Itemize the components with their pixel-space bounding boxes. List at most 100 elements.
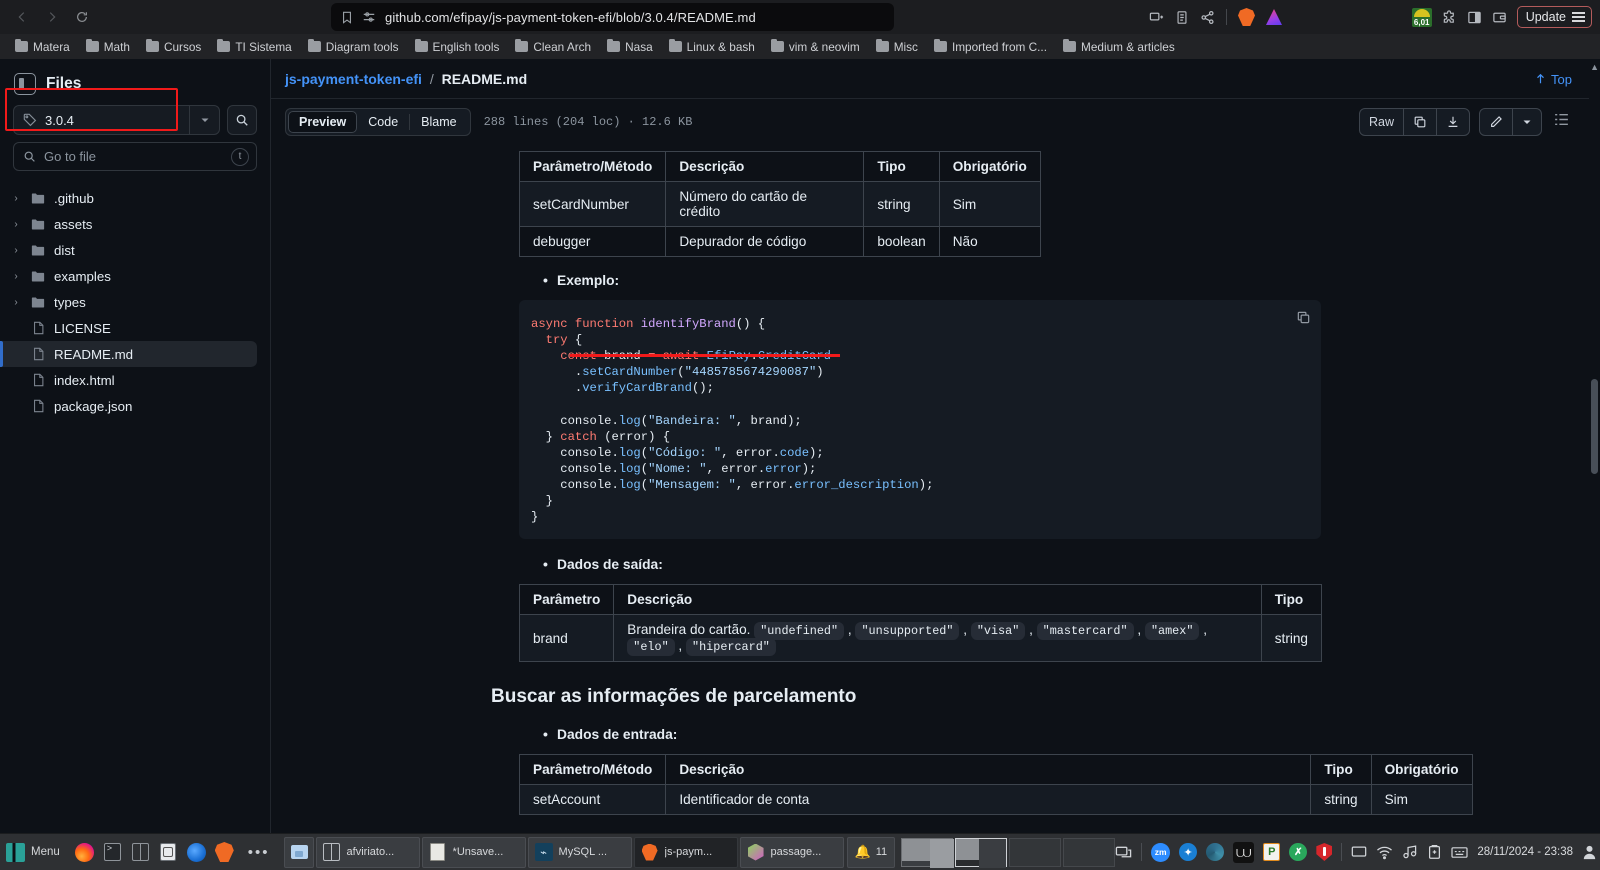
flameshot-icon[interactable]: ⩊	[1233, 841, 1255, 863]
task-button[interactable]: *Unsave...	[421, 836, 526, 868]
ref-main[interactable]: 3.0.4	[14, 106, 189, 134]
launcher-file-manager-icon[interactable]	[156, 840, 181, 865]
site-settings-icon[interactable]	[362, 10, 376, 24]
launcher-brave-icon[interactable]	[212, 840, 237, 865]
ref-dropdown-caret-icon[interactable]	[189, 106, 219, 134]
tree-folder-row[interactable]: › .github	[0, 185, 257, 211]
display-icon[interactable]	[1351, 844, 1367, 860]
update-button[interactable]: Update	[1516, 6, 1592, 28]
bookmark-item[interactable]: English tools	[408, 38, 507, 56]
tree-folder-row[interactable]: › assets	[0, 211, 257, 237]
share-icon[interactable]	[1200, 10, 1215, 25]
launcher-overflow-icon[interactable]: •••	[240, 844, 278, 861]
bookmark-item[interactable]: Diagram tools	[301, 38, 406, 56]
screen-layout-icon[interactable]	[1115, 844, 1132, 861]
launcher-tiling-icon[interactable]	[128, 840, 153, 865]
back-button[interactable]	[8, 4, 36, 30]
start-menu-button[interactable]: Menu	[0, 834, 68, 870]
reload-button[interactable]	[68, 4, 96, 30]
task-file-manager[interactable]	[283, 836, 314, 868]
copy-code-icon[interactable]	[1296, 310, 1311, 330]
address-bar[interactable]: github.com/efipay/js-payment-token-efi/b…	[331, 3, 894, 31]
copy-raw-button[interactable]	[1404, 109, 1437, 135]
tree-folder-row[interactable]: › examples	[0, 263, 257, 289]
tree-file-row[interactable]: ›index.html	[0, 367, 257, 393]
forward-button[interactable]	[38, 4, 66, 30]
chevron-right-icon[interactable]: ›	[10, 271, 22, 282]
reading-list-icon[interactable]	[1175, 10, 1189, 25]
bookmark-label: Math	[103, 39, 130, 54]
security-shield-icon[interactable]	[1316, 843, 1333, 861]
tree-file-row[interactable]: ›LICENSE	[0, 315, 257, 341]
bookmark-item[interactable]: Cursos	[139, 38, 208, 56]
workspace-3[interactable]	[1009, 837, 1062, 867]
bookmark-item[interactable]: TI Sistema	[210, 38, 298, 56]
task-button[interactable]: js-paym...	[633, 836, 738, 868]
task-button[interactable]: passage...	[739, 836, 844, 868]
brave-shields-icon[interactable]	[1238, 8, 1255, 26]
edit-pencil-button[interactable]	[1480, 109, 1513, 135]
wallet-icon[interactable]	[1492, 10, 1507, 25]
bookmark-item[interactable]: Misc	[869, 38, 925, 56]
zoom-icon[interactable]: zm	[1151, 842, 1171, 862]
bookmark-item[interactable]: Clean Arch	[508, 38, 598, 56]
notification-task[interactable]: 🔔 11	[846, 836, 896, 868]
launcher-opera-icon[interactable]	[184, 840, 209, 865]
task-button[interactable]: afviriato...	[315, 836, 420, 868]
cast-icon[interactable]	[1149, 10, 1164, 25]
bluetooth-icon[interactable]: ✦	[1179, 843, 1198, 861]
extensions-puzzle-icon[interactable]	[1442, 9, 1457, 25]
workspace-4[interactable]	[1063, 837, 1116, 867]
ref-selector[interactable]: 3.0.4	[13, 105, 220, 135]
tree-folder-row[interactable]: › types	[0, 289, 257, 315]
page-scrollbar[interactable]: ▲ ▼	[1589, 59, 1600, 870]
breadcrumb-repo-link[interactable]: js-payment-token-efi	[285, 71, 422, 87]
chevron-right-icon[interactable]: ›	[10, 219, 22, 230]
chevron-right-icon[interactable]: ›	[10, 245, 22, 256]
user-account-icon[interactable]	[1582, 844, 1597, 860]
bookmark-item[interactable]: Medium & articles	[1056, 38, 1182, 56]
bookmark-item[interactable]: Math	[79, 38, 137, 56]
wifi-icon[interactable]	[1376, 845, 1393, 860]
tree-file-row[interactable]: ›package.json	[0, 393, 257, 419]
outline-toggle-icon[interactable]	[1551, 111, 1572, 133]
raw-button[interactable]: Raw	[1360, 109, 1404, 135]
spiral-app-icon[interactable]	[1206, 843, 1225, 861]
scroll-up-arrow-icon[interactable]: ▲	[1590, 62, 1599, 72]
chevron-right-icon[interactable]: ›	[10, 193, 22, 204]
panel-toggle-icon[interactable]	[14, 73, 36, 95]
task-button[interactable]: ⌁ MySQL ...	[527, 836, 632, 868]
taskbar-clock[interactable]: 28/11/2024 - 23:38	[1477, 846, 1573, 858]
menu-hamburger-icon[interactable]	[1572, 12, 1585, 22]
scrollbar-thumb[interactable]	[1591, 379, 1598, 474]
leo-ai-icon[interactable]	[1266, 9, 1282, 25]
tree-folder-row[interactable]: › dist	[0, 237, 257, 263]
tab-blame[interactable]: Blame	[410, 111, 467, 133]
bookmark-item[interactable]: Matera	[8, 38, 77, 56]
parking-app-icon[interactable]: P	[1263, 843, 1281, 861]
bookmark-item[interactable]: Nasa	[600, 38, 660, 56]
clipboard-icon[interactable]	[1427, 844, 1442, 860]
tab-code[interactable]: Code	[357, 111, 409, 133]
brave-rewards-icon[interactable]: 6,01	[1411, 7, 1432, 27]
download-button[interactable]	[1437, 109, 1469, 135]
workspace-1[interactable]	[901, 837, 955, 868]
launcher-terminal-icon[interactable]	[100, 840, 125, 865]
audio-icon[interactable]	[1402, 844, 1418, 860]
go-to-file-input[interactable]: Go to file t	[13, 142, 257, 171]
keyboard-layout-icon[interactable]	[1451, 845, 1468, 860]
chevron-right-icon[interactable]: ›	[10, 297, 22, 308]
bookmark-item[interactable]: vim & neovim	[764, 38, 867, 56]
workspace-2-active[interactable]	[955, 837, 1008, 868]
bookmark-icon[interactable]	[341, 10, 353, 25]
tree-file-row[interactable]: ›README.md	[0, 341, 257, 367]
back-to-top-link[interactable]: Top	[1535, 72, 1572, 87]
tab-preview[interactable]: Preview	[288, 111, 358, 133]
edit-dropdown-button[interactable]	[1513, 109, 1541, 135]
sidebar-search-button[interactable]	[227, 105, 257, 135]
sidebar-toggle-icon[interactable]	[1467, 10, 1482, 25]
bookmark-item[interactable]: Linux & bash	[662, 38, 762, 56]
xpad-icon[interactable]: ✗	[1289, 843, 1308, 861]
launcher-firefox-icon[interactable]	[72, 840, 97, 865]
bookmark-item[interactable]: Imported from C...	[927, 38, 1054, 56]
